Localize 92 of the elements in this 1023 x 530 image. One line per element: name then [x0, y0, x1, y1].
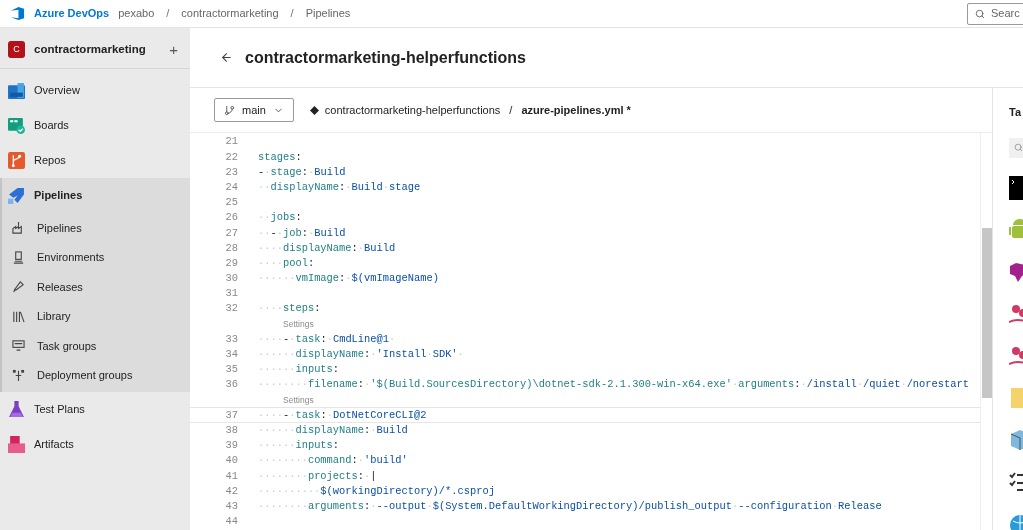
board-icon: [8, 117, 25, 134]
code-text: ······vmImage:·$(vmImageName): [258, 273, 439, 284]
chart-icon: [8, 82, 25, 99]
server-icon: [12, 250, 25, 264]
code-text: -·stage:·Build: [258, 166, 346, 178]
code-text: ··-·job:·Build: [258, 227, 346, 238]
line-number: 33: [224, 333, 238, 345]
code-text: ····steps:: [258, 303, 321, 314]
nodes-icon: [12, 368, 25, 382]
code-text: ··········$(workingDirectory)/*.csproj: [258, 485, 495, 497]
nav-subitem[interactable]: Library: [2, 301, 190, 331]
code-editor[interactable]: [190, 133, 992, 530]
breadcrumb-separator: /: [290, 6, 294, 22]
project-name[interactable]: contractormarketing: [34, 40, 161, 59]
search-field[interactable]: Searc: [967, 2, 1023, 25]
line-number: 36: [224, 379, 238, 390]
repo-link[interactable]: contractormarketing-helperfunctions: [324, 101, 501, 119]
line-number: 30: [224, 273, 238, 284]
code-text: ········arguments:·--output·$(System.DefaultWorkingDirectory)/publish_output·--configuration·Release: [258, 500, 882, 512]
nav-item[interactable]: Overview: [0, 73, 190, 108]
nav-subitem[interactable]: Releases: [2, 272, 190, 302]
panel-title: Ta: [1009, 105, 1023, 120]
line-number: 24: [224, 181, 238, 193]
code-text: ····pool:: [258, 257, 315, 269]
code-text: ········projects:·|: [258, 470, 377, 481]
code-text: stages:: [258, 151, 302, 162]
search-icon: [1014, 143, 1023, 152]
factory-icon: [12, 221, 25, 235]
branch-icon: [224, 104, 235, 116]
line-number: 35: [224, 364, 238, 375]
nav-item[interactable]: Boards: [0, 108, 190, 143]
diamond-icon: [309, 105, 319, 115]
line-number: 32: [224, 303, 238, 314]
line-number: 34: [224, 349, 238, 360]
flask-icon: [8, 401, 25, 418]
settings-link[interactable]: Settings: [283, 319, 314, 329]
line-number: 41: [224, 470, 238, 481]
line-number: 37: [224, 409, 238, 421]
code-text: ········filename:·'$(Build.SourcesDirectory)\dotnet-sdk-2.1.300-win-x64.exe'·arguments:·/install·/quiet·/norestart: [258, 379, 969, 390]
line-number: 21: [224, 136, 238, 147]
line-number: 26: [224, 212, 238, 223]
line-number: 31: [224, 288, 238, 299]
brand-name[interactable]: Azure DevOps: [34, 5, 110, 22]
line-number: 39: [224, 440, 238, 451]
add-button[interactable]: +: [169, 42, 178, 57]
line-number: 40: [224, 455, 238, 466]
settings-link[interactable]: Settings: [283, 395, 314, 405]
books-icon: [12, 309, 25, 323]
line-number: 25: [224, 197, 238, 208]
code-text: ····-·task:·DotNetCoreCLI@2: [258, 409, 427, 421]
code-text: ······inputs:: [258, 440, 340, 451]
breadcrumb-link[interactable]: pexabo: [118, 5, 155, 22]
logo-icon[interactable]: [10, 6, 25, 21]
breadcrumb-link[interactable]: Pipelines: [305, 5, 351, 22]
page-title: contractormarketing-helperfunctions: [245, 47, 526, 68]
back-icon[interactable]: [220, 51, 233, 64]
path-separator: /: [509, 102, 513, 118]
branch-icon: [8, 152, 25, 169]
branch-selector[interactable]: main: [214, 98, 294, 122]
file-name: azure-pipelines.yml *: [521, 102, 631, 118]
line-number: 22: [224, 151, 238, 162]
nav-subitem[interactable]: Deployment groups: [2, 360, 190, 390]
monitor-icon: [12, 339, 25, 353]
nav-subitem[interactable]: Task groups: [2, 331, 190, 361]
code-text: ········command:·'build': [258, 455, 408, 466]
line-number: 42: [224, 485, 238, 497]
code-text: ······displayName:·'Install·SDK'·: [258, 349, 464, 360]
package-icon: [8, 436, 25, 453]
breadcrumb-link[interactable]: contractormarketing: [181, 5, 279, 22]
code-text: ····-·task:·CmdLine@1·: [258, 333, 396, 345]
code-text: ····displayName:·Build: [258, 242, 396, 254]
nav-item[interactable]: Artifacts: [0, 427, 190, 462]
code-text: ··displayName:·Build·stage: [258, 181, 421, 193]
search-icon: [975, 8, 985, 19]
nav-subitem[interactable]: Pipelines: [2, 213, 190, 243]
line-number: 43: [224, 500, 238, 512]
line-number: 28: [224, 242, 238, 254]
line-number: 23: [224, 166, 238, 178]
line-number: 38: [224, 424, 238, 436]
project-avatar: C: [8, 41, 25, 58]
code-text: ······inputs:: [258, 364, 340, 375]
line-number: 29: [224, 257, 238, 269]
code-text: ······displayName:·Build: [258, 424, 408, 436]
line-number: 44: [224, 516, 238, 527]
nav-item[interactable]: Repos: [0, 143, 190, 178]
scrollbar-thumb[interactable]: [982, 228, 992, 398]
nav-subitem[interactable]: Environments: [2, 242, 190, 272]
code-text: ··jobs:: [258, 212, 302, 223]
nav-item[interactable]: Pipelines: [2, 178, 190, 213]
breadcrumb-separator: /: [166, 6, 170, 22]
nav-item[interactable]: Test Plans: [0, 392, 190, 427]
line-number: 27: [224, 227, 238, 238]
